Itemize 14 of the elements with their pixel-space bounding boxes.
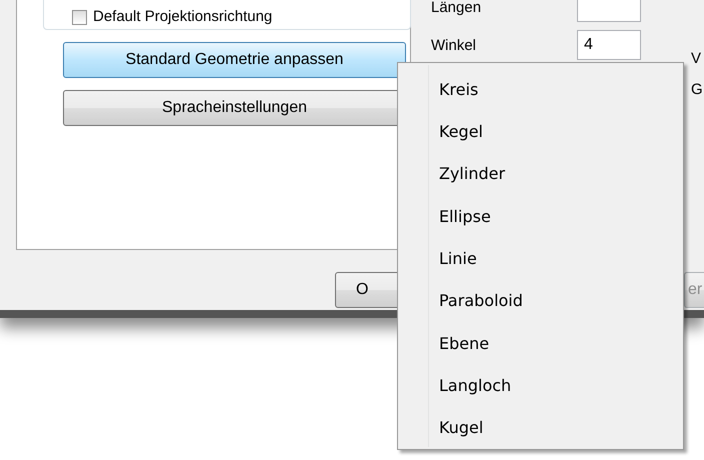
checkbox-label: Default Projektionsrichtung [93, 8, 272, 25]
field-label: G [691, 81, 703, 98]
checkbox[interactable] [72, 10, 87, 25]
menu-item[interactable]: Ellipse [398, 194, 683, 238]
menu-item[interactable]: Ebene [398, 322, 683, 364]
button[interactable]: Standard Geometrie anpassen [63, 42, 406, 78]
input-field[interactable]: 4 [577, 30, 641, 60]
field-label: Winkel [431, 36, 476, 54]
field-label: Längen [431, 0, 482, 16]
field-label: V [691, 50, 702, 67]
menu-item[interactable]: Kugel [398, 406, 683, 449]
input-field[interactable] [577, 0, 641, 22]
menu-item[interactable]: Langloch [398, 364, 683, 407]
menu-item[interactable]: Zylinder [398, 152, 683, 195]
